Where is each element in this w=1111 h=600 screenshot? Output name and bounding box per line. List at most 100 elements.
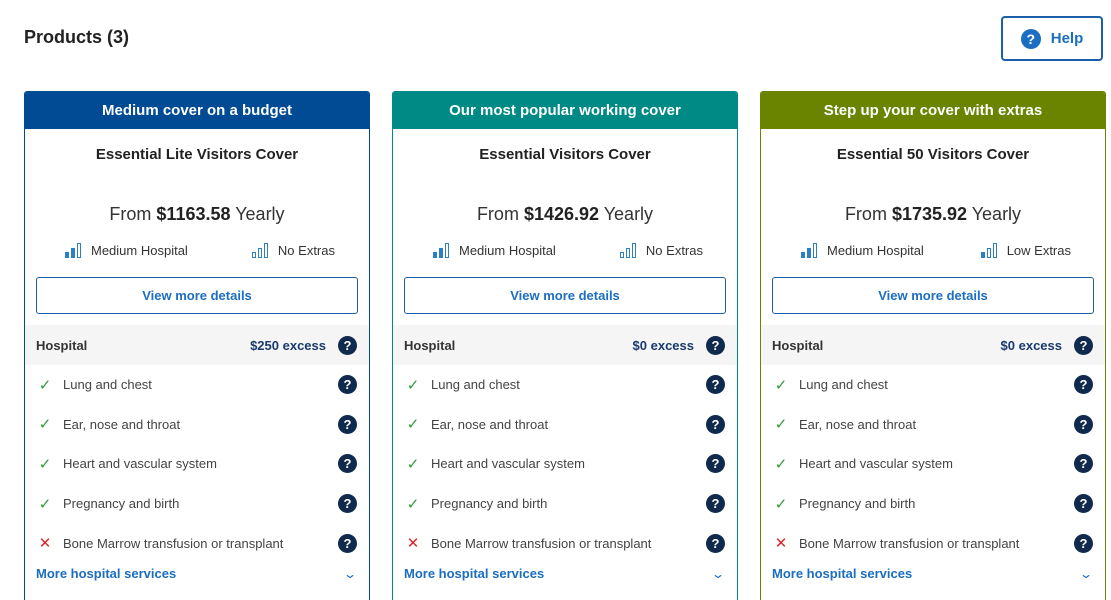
service-label: Pregnancy and birth: [799, 496, 916, 512]
question-circle-icon[interactable]: ?: [338, 494, 357, 514]
service-label: Bone Marrow transfusion or transplant: [799, 535, 1020, 551]
service-label: Bone Marrow transfusion or transplant: [431, 535, 652, 551]
question-circle-icon[interactable]: ?: [706, 494, 725, 514]
list-item: ✕ Bone Marrow transfusion or transplant?: [393, 523, 737, 563]
check-icon: ✓: [774, 495, 788, 513]
price: $1735.92: [891, 204, 968, 224]
extras-level-label: Low Extras: [1006, 243, 1071, 258]
more-hospital-services-link[interactable]: More hospital services: [404, 566, 713, 581]
card-header: Step up your cover with extras: [761, 92, 1105, 129]
list-item: ✓ Lung and chest?: [25, 365, 369, 405]
list-item: ✓ Lung and chest?: [393, 365, 737, 405]
extras-level: No Extras: [251, 243, 335, 258]
extras-level-label: No Extras: [645, 243, 703, 258]
signal-bars-icon: [801, 243, 817, 258]
question-circle-icon[interactable]: ?: [706, 335, 725, 355]
view-more-details-button[interactable]: View more details: [404, 277, 726, 314]
hospital-row: Hospital $250 excess ?: [25, 325, 369, 365]
more-hospital-services-toggle[interactable]: More hospital services ⌄: [25, 562, 369, 586]
hospital-level: Medium Hospital: [801, 243, 924, 258]
list-item: ✓ Ear, nose and throat?: [761, 405, 1105, 445]
price: $1426.92: [523, 204, 600, 224]
question-circle-icon[interactable]: ?: [1074, 533, 1093, 553]
extras-level-label: No Extras: [277, 243, 335, 258]
question-circle-icon[interactable]: ?: [338, 375, 357, 395]
list-item: ✓ Ear, nose and throat?: [25, 405, 369, 445]
service-label: Lung and chest: [431, 377, 520, 393]
chevron-down-icon[interactable]: ⌄: [343, 567, 357, 581]
check-icon: ✓: [774, 416, 788, 434]
price-line: From $1163.58 Yearly: [25, 204, 369, 225]
check-icon: ✓: [406, 455, 420, 473]
check-icon: ✓: [38, 416, 52, 434]
check-icon: ✓: [406, 376, 420, 394]
cover-levels: Medium Hospital No Extras: [393, 243, 737, 258]
price-line: From $1735.92 Yearly: [761, 204, 1105, 225]
more-hospital-services-link[interactable]: More hospital services: [772, 566, 1081, 581]
list-item: ✓ Ear, nose and throat?: [393, 405, 737, 445]
check-icon: ✓: [774, 376, 788, 394]
question-circle-icon[interactable]: ?: [706, 375, 725, 395]
list-item: ✓ Heart and vascular system?: [25, 444, 369, 484]
question-circle-icon[interactable]: ?: [706, 454, 725, 474]
check-icon: ✓: [38, 495, 52, 513]
question-circle-icon[interactable]: ?: [338, 414, 357, 434]
cross-icon: ✕: [774, 535, 788, 553]
more-hospital-services-toggle[interactable]: More hospital services ⌄: [393, 562, 737, 586]
excess-amount: $0 excess: [1000, 337, 1062, 353]
hospital-level-label: Medium Hospital: [827, 243, 924, 258]
service-label: Lung and chest: [799, 377, 888, 393]
service-label: Heart and vascular system: [799, 456, 953, 472]
list-item: ✕ Bone Marrow transfusion or transplant?: [761, 523, 1105, 563]
cross-icon: ✕: [38, 535, 52, 553]
price-suffix: Yearly: [599, 204, 654, 224]
hospital-label: Hospital: [772, 337, 824, 353]
question-circle-icon[interactable]: ?: [706, 414, 725, 434]
page-title: Products (3): [24, 27, 130, 47]
chevron-down-icon[interactable]: ⌄: [1079, 567, 1093, 581]
excess-amount: $0 excess: [632, 337, 694, 353]
product-name: Essential 50 Visitors Cover: [836, 146, 1030, 163]
chevron-down-icon[interactable]: ⌄: [711, 567, 725, 581]
signal-bars-icon: [65, 243, 81, 258]
question-circle-icon[interactable]: ?: [1074, 414, 1093, 434]
price-suffix: Yearly: [230, 204, 285, 224]
question-circle-icon[interactable]: ?: [338, 454, 357, 474]
list-item: ✓ Heart and vascular system?: [761, 444, 1105, 484]
check-icon: ✓: [774, 455, 788, 473]
hospital-level-label: Medium Hospital: [459, 243, 556, 258]
question-circle-icon[interactable]: ?: [1074, 494, 1093, 514]
question-circle-icon[interactable]: ?: [1074, 335, 1093, 355]
card-header: Medium cover on a budget: [25, 92, 369, 129]
more-hospital-services-toggle[interactable]: More hospital services ⌄: [761, 562, 1105, 586]
cover-levels: Medium Hospital Low Extras: [761, 243, 1105, 258]
cross-icon: ✕: [406, 535, 420, 553]
hospital-label: Hospital: [36, 337, 88, 353]
product-name: Essential Visitors Cover: [479, 146, 651, 163]
extras-level: Low Extras: [980, 243, 1071, 258]
price-prefix: From: [844, 204, 892, 224]
question-circle-icon[interactable]: ?: [706, 533, 725, 553]
service-list: ✓ Lung and chest? ✓ Ear, nose and throat? …: [761, 365, 1105, 563]
question-circle-icon[interactable]: ?: [338, 335, 357, 355]
hospital-label: Hospital: [404, 337, 456, 353]
signal-bars-icon: [980, 243, 997, 258]
help-button[interactable]: ? Help: [1001, 16, 1103, 61]
question-circle-icon[interactable]: ?: [1074, 375, 1093, 395]
price-line: From $1426.92 Yearly: [393, 204, 737, 225]
price-prefix: From: [109, 204, 157, 224]
service-label: Ear, nose and throat: [63, 416, 181, 432]
question-circle-icon[interactable]: ?: [338, 533, 357, 553]
extras-level: No Extras: [619, 243, 703, 258]
question-circle-icon[interactable]: ?: [1074, 454, 1093, 474]
check-icon: ✓: [406, 495, 420, 513]
excess-amount: $250 excess: [250, 337, 326, 353]
view-more-details-button[interactable]: View more details: [36, 277, 358, 314]
product-card: Step up your cover with extras Essential…: [760, 91, 1106, 600]
view-more-details-button[interactable]: View more details: [772, 277, 1094, 314]
product-card: Our most popular working cover Essential…: [392, 91, 738, 600]
card-header: Our most popular working cover: [393, 92, 737, 129]
more-hospital-services-link[interactable]: More hospital services: [36, 566, 345, 581]
price-prefix: From: [476, 204, 524, 224]
service-label: Ear, nose and throat: [799, 416, 917, 432]
